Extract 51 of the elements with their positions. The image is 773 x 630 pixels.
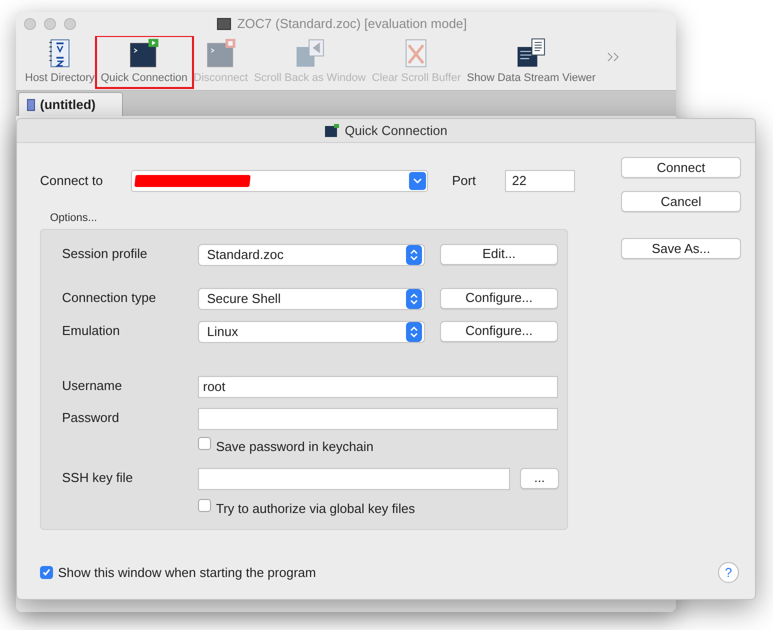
checkmark-icon <box>42 568 51 577</box>
window-title: ZOC7 (Standard.zoc) [evaluation mode] <box>237 15 467 34</box>
port-field[interactable]: 22 <box>505 170 575 192</box>
dropdown-arrows-icon <box>406 322 422 342</box>
browse-button[interactable]: ... <box>520 468 559 488</box>
option-button[interactable]: Configure... <box>440 320 558 342</box>
terminal-play-icon <box>324 124 339 137</box>
select-field[interactable]: Linux <box>198 320 425 342</box>
tab-icon <box>27 98 35 110</box>
toolbar-button[interactable]: Host Directory <box>22 38 98 86</box>
session-tab[interactable]: (untitled) <box>18 92 123 116</box>
toolbar-button[interactable]: Quick Connection <box>98 38 191 86</box>
dialog-button[interactable]: Save As... <box>621 238 741 259</box>
more-chevron-icon[interactable] <box>606 52 621 62</box>
help-button[interactable]: ? <box>718 562 739 583</box>
field-label: Password <box>62 408 120 426</box>
field-label: Session profile <box>62 244 148 263</box>
dropdown-arrows-icon <box>406 288 422 308</box>
checkbox[interactable] <box>40 566 53 579</box>
select-field[interactable]: Secure Shell <box>198 288 425 310</box>
field-label: Emulation <box>62 322 121 340</box>
toolbar-button[interactable]: Show Data Stream Viewer <box>464 38 599 86</box>
field-label: Username <box>62 376 123 394</box>
option-button[interactable]: Edit... <box>440 244 558 264</box>
dialog-button[interactable]: Cancel <box>621 191 741 212</box>
connect-to-combo[interactable] <box>131 170 428 192</box>
field-label: Connect to <box>40 172 104 190</box>
options-label: Options... <box>50 211 98 226</box>
text-field[interactable] <box>198 408 558 430</box>
terminal-icon <box>217 18 232 30</box>
dropdown-arrows-icon <box>406 244 422 264</box>
option-button[interactable]: Configure... <box>440 288 558 308</box>
minimize-button[interactable] <box>44 18 56 30</box>
close-button[interactable] <box>24 18 36 30</box>
checkbox-label: Show this window when starting the program <box>58 564 316 582</box>
field-label: Connection type <box>62 288 157 307</box>
dialog-button[interactable]: Connect <box>621 157 741 178</box>
checkbox[interactable] <box>198 436 211 450</box>
dropdown-button[interactable] <box>409 172 426 190</box>
text-field[interactable] <box>198 468 510 490</box>
field-label: Port <box>452 172 477 190</box>
checkbox[interactable] <box>198 498 211 512</box>
chevron-down-icon <box>413 178 422 184</box>
field-label: SSH key file <box>62 468 134 487</box>
checkbox-label: Try to authorize via global key files <box>216 500 415 518</box>
zoom-button[interactable] <box>64 18 76 30</box>
dialog-title: Quick Connection <box>344 122 448 140</box>
text-field[interactable]: root <box>198 376 558 398</box>
checkbox-label: Save password in keychain <box>216 438 374 456</box>
terminal-play-icon <box>127 38 162 68</box>
select-field[interactable]: Standard.zoc <box>198 244 425 266</box>
